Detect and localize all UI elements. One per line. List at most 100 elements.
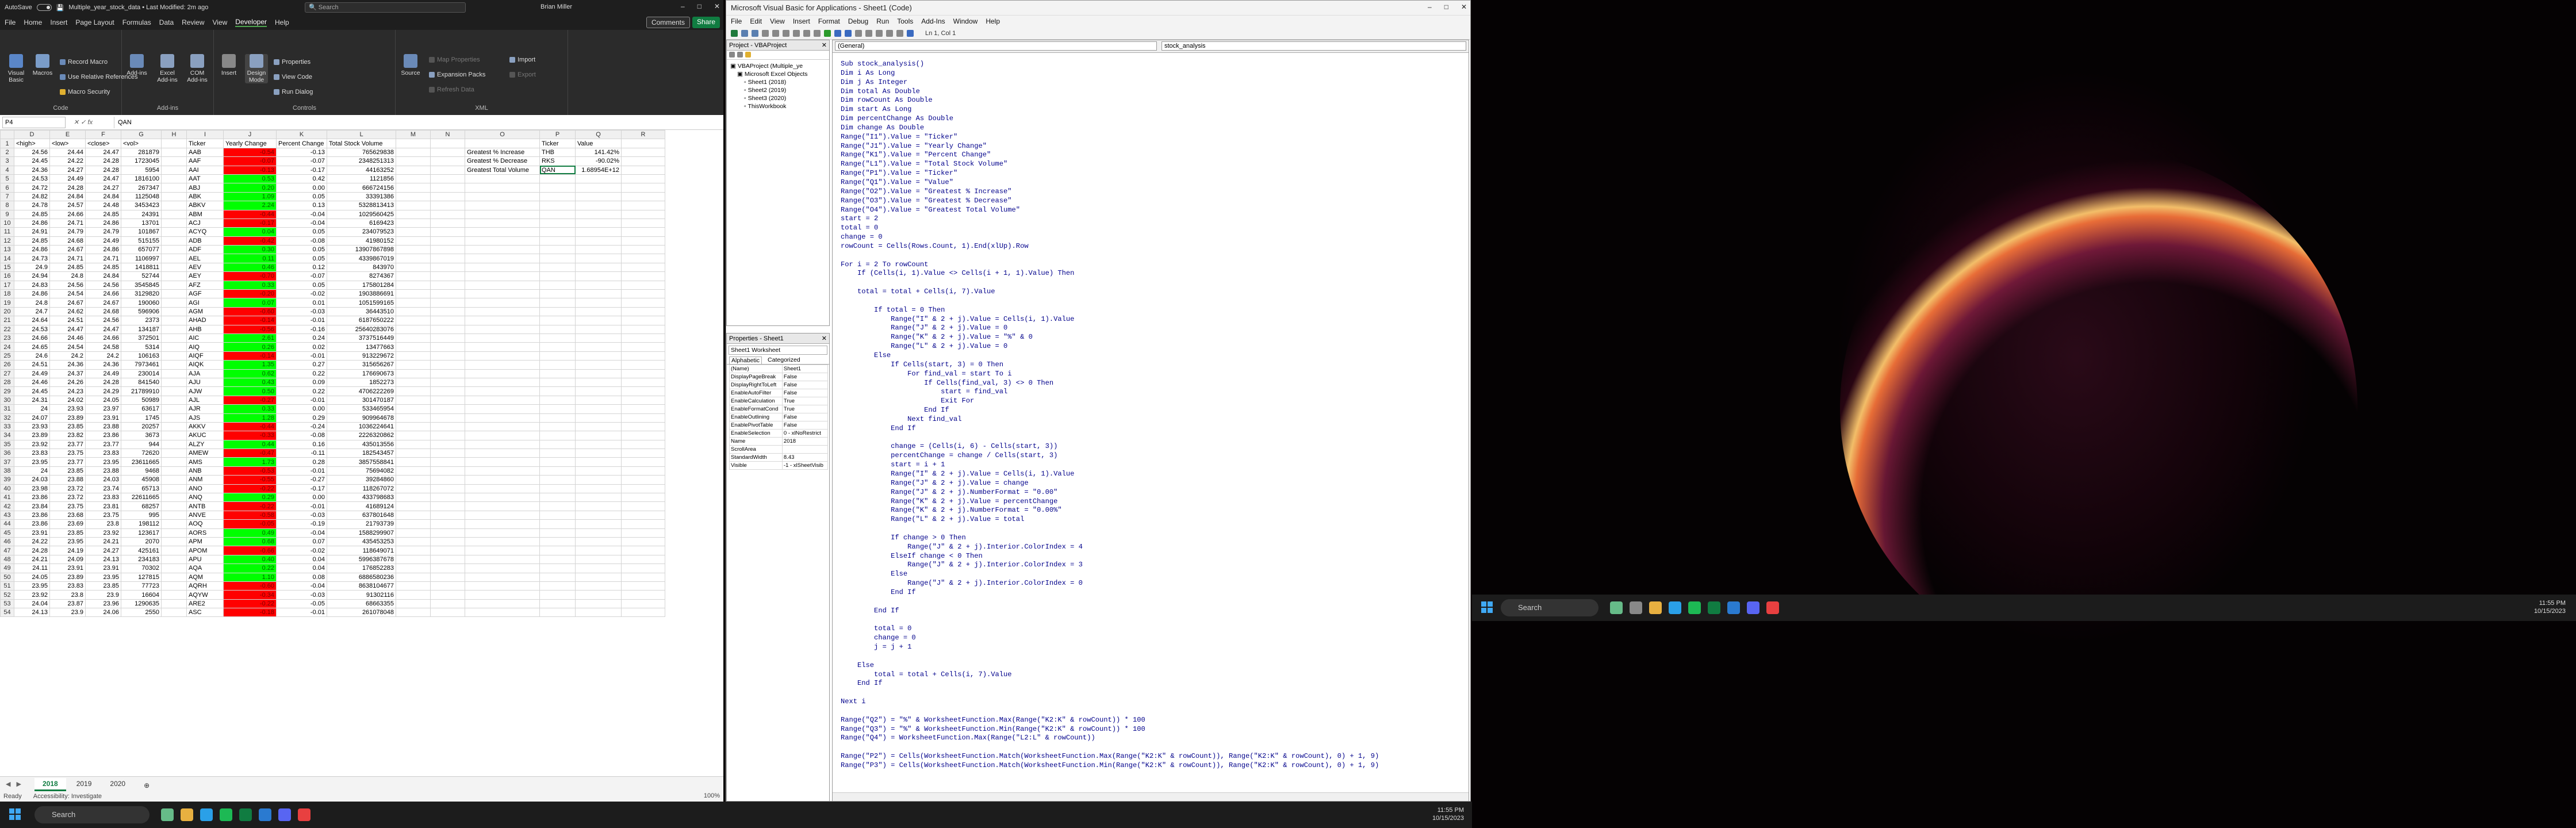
cell[interactable]: 41980152 <box>327 236 396 246</box>
row-header[interactable]: 47 <box>0 546 14 555</box>
cell[interactable]: 23.91 <box>14 528 50 538</box>
cell[interactable]: 3737516449 <box>327 333 396 343</box>
cell[interactable]: 39284860 <box>327 475 396 485</box>
cell[interactable] <box>539 413 576 423</box>
cell[interactable]: 23.87 <box>49 599 86 609</box>
cell[interactable] <box>575 484 622 494</box>
cell[interactable] <box>465 413 540 423</box>
cell[interactable]: -0.70 <box>223 271 277 281</box>
cell[interactable]: AJU <box>186 377 224 388</box>
cell[interactable] <box>465 377 540 388</box>
cell[interactable]: -0.18 <box>223 608 277 618</box>
cell[interactable] <box>575 546 622 555</box>
taskbar-clock[interactable]: 11:55 PM 10/15/2023 <box>1432 806 1464 822</box>
cell[interactable]: 1.28 <box>223 413 277 423</box>
cell[interactable]: QAN <box>539 165 576 175</box>
cell[interactable] <box>621 421 665 432</box>
horizontal-scrollbar[interactable] <box>833 792 1469 801</box>
cell[interactable]: 0.33 <box>223 404 277 414</box>
cell[interactable] <box>575 431 622 440</box>
cell[interactable] <box>430 395 465 405</box>
cell[interactable]: 0.22 <box>223 564 277 573</box>
cell[interactable]: 24.48 <box>85 201 121 210</box>
undo-icon[interactable] <box>803 29 810 37</box>
cell[interactable]: 24.53 <box>14 324 50 334</box>
cell[interactable] <box>621 360 665 370</box>
cell[interactable]: 24 <box>14 404 50 414</box>
object-dropdown[interactable]: (General) <box>835 41 1157 51</box>
cell[interactable]: -0.33 <box>223 431 277 440</box>
cell[interactable] <box>621 581 665 591</box>
cell[interactable]: 24.29 <box>85 386 121 396</box>
cell[interactable]: 0.46 <box>223 262 277 273</box>
share-button[interactable]: Share <box>692 17 720 28</box>
cell[interactable]: 24.47 <box>49 324 86 334</box>
cell[interactable]: 24.8 <box>49 271 86 281</box>
cell[interactable]: 24.53 <box>14 174 50 184</box>
menu-formulas[interactable]: Formulas <box>122 18 151 26</box>
cell[interactable]: 435013556 <box>327 439 396 450</box>
cell[interactable] <box>161 413 187 423</box>
tree-item[interactable]: ▫ Sheet1 (2018) <box>730 78 826 86</box>
cell[interactable]: <vol> <box>121 139 162 148</box>
row-header[interactable]: 22 <box>0 324 14 334</box>
cell[interactable] <box>575 377 622 388</box>
cell[interactable] <box>430 564 465 573</box>
cell[interactable] <box>430 466 465 476</box>
cell[interactable] <box>161 333 187 343</box>
cell[interactable] <box>396 209 431 219</box>
cell[interactable] <box>396 174 431 184</box>
cell[interactable]: -0.47 <box>223 448 277 458</box>
record-macro-button[interactable]: Record Macro <box>60 59 108 66</box>
cell[interactable]: 23.77 <box>85 439 121 450</box>
cell[interactable]: 6169423 <box>327 218 396 228</box>
cell[interactable] <box>621 280 665 290</box>
menu-insert[interactable]: Insert <box>50 18 67 26</box>
cell[interactable] <box>465 298 540 308</box>
cell[interactable]: 23.95 <box>14 457 50 467</box>
cell[interactable] <box>621 174 665 184</box>
cell[interactable]: 24.67 <box>49 298 86 308</box>
cell[interactable] <box>161 262 187 273</box>
cell[interactable]: 63617 <box>121 404 162 414</box>
property-row[interactable]: Visible -1 - xlSheetVisib <box>729 461 829 470</box>
cell[interactable]: 23.72 <box>49 484 86 494</box>
cell[interactable] <box>430 245 465 255</box>
cell[interactable]: AMEW <box>186 448 224 458</box>
row-header[interactable]: 24 <box>0 342 14 352</box>
cell[interactable]: 24.51 <box>49 316 86 325</box>
cell[interactable]: 372501 <box>121 333 162 343</box>
cell[interactable]: Ticker <box>539 139 576 148</box>
property-value[interactable]: False <box>781 413 829 421</box>
cell[interactable]: 134187 <box>121 324 162 334</box>
cell[interactable] <box>575 351 622 361</box>
cell[interactable] <box>465 174 540 184</box>
cell[interactable] <box>396 147 431 158</box>
cell[interactable]: -0.24 <box>276 421 327 432</box>
cell[interactable] <box>161 466 187 476</box>
cell[interactable] <box>539 528 576 538</box>
cell[interactable]: Value <box>575 139 622 148</box>
cell[interactable] <box>161 183 187 193</box>
cell[interactable] <box>430 457 465 467</box>
cell[interactable] <box>161 475 187 485</box>
comments-button[interactable]: Comments <box>646 17 690 28</box>
tree-item[interactable]: ▫ Sheet3 (2020) <box>730 94 826 102</box>
row-header[interactable]: 18 <box>0 289 14 299</box>
cell[interactable] <box>465 245 540 255</box>
cell[interactable] <box>621 395 665 405</box>
cell[interactable]: 1051599165 <box>327 298 396 308</box>
cell[interactable] <box>430 510 465 520</box>
cell[interactable]: AQM <box>186 572 224 582</box>
cell[interactable]: ANVE <box>186 510 224 520</box>
cell[interactable]: 24.23 <box>49 386 86 396</box>
menu-help[interactable]: Help <box>275 18 289 26</box>
copy-icon[interactable] <box>772 29 779 37</box>
cell[interactable]: 23.86 <box>14 493 50 503</box>
zoom-level[interactable]: 100% <box>704 792 720 799</box>
cell[interactable] <box>161 510 187 520</box>
cell[interactable] <box>430 386 465 396</box>
row-header[interactable]: 53 <box>0 599 14 609</box>
cell[interactable] <box>465 457 540 467</box>
column-header[interactable]: M <box>396 130 431 140</box>
